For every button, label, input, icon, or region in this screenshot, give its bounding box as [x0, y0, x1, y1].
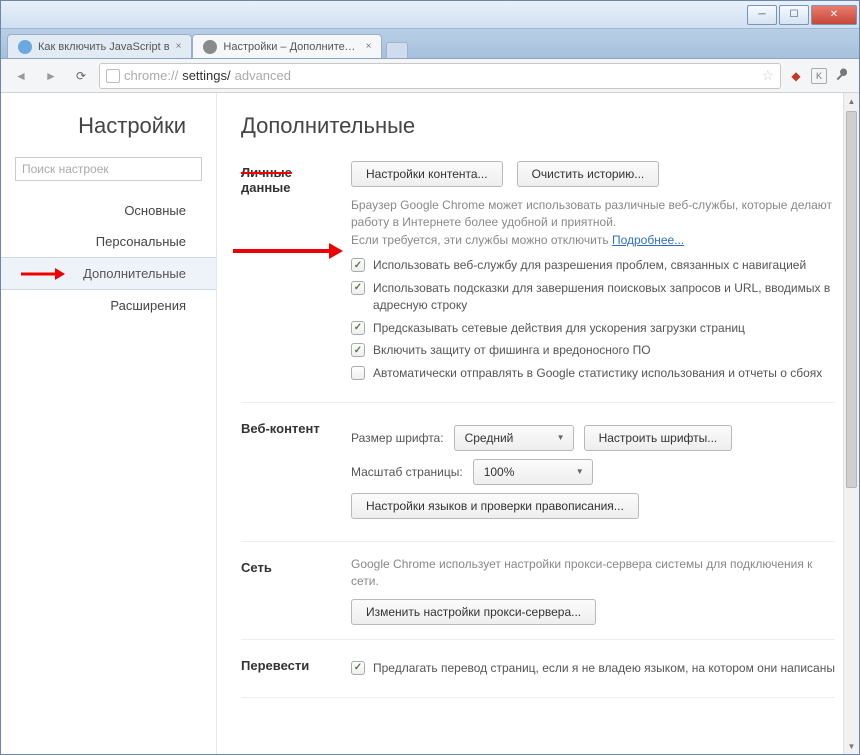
section-network: Сеть Google Chrome использует настройки … — [241, 542, 835, 640]
sidebar-item-personal[interactable]: Персональные — [1, 226, 216, 257]
page-zoom-row: Масштаб страницы: 100% — [351, 459, 835, 485]
url-path: advanced — [235, 68, 291, 83]
tab-close-icon[interactable]: × — [366, 41, 372, 52]
new-tab-button[interactable] — [386, 42, 408, 58]
section-privacy: Личные данные Настройки контента... Очис… — [241, 161, 835, 403]
page-zoom-select[interactable]: 100% — [473, 459, 593, 485]
checkbox-icon[interactable] — [351, 343, 365, 357]
section-web-content: Веб-контент Размер шрифта: Средний Настр… — [241, 403, 835, 542]
tab-javascript-howto[interactable]: Как включить JavaScript в × — [7, 34, 192, 58]
back-button[interactable]: ◄ — [9, 64, 33, 88]
checkbox-translate[interactable]: Предлагать перевод страниц, если я не вл… — [351, 660, 835, 677]
close-button[interactable]: ✕ — [811, 5, 857, 25]
scroll-down-icon[interactable]: ▼ — [844, 738, 859, 754]
network-description: Google Chrome использует настройки прокс… — [351, 556, 835, 591]
titlebar: ─ ☐ ✕ — [1, 1, 859, 29]
tab-label: Как включить JavaScript в — [38, 41, 170, 53]
label-struck: Личные — [241, 165, 292, 180]
checkbox-crash-reports[interactable]: Автоматически отправлять в Google статис… — [351, 365, 835, 382]
section-label: Личные данные — [241, 161, 351, 388]
gear-icon — [203, 40, 217, 54]
reload-button[interactable]: ⟳ — [69, 64, 93, 88]
sidebar-nav: Основные Персональные Дополнительные Рас… — [1, 195, 216, 321]
section-body: Предлагать перевод страниц, если я не вл… — [351, 654, 835, 683]
checkbox-label: Предсказывать сетевые действия для ускор… — [373, 320, 745, 337]
checkbox-icon[interactable] — [351, 321, 365, 335]
language-settings-button[interactable]: Настройки языков и проверки правописания… — [351, 493, 639, 519]
scroll-thumb[interactable] — [846, 111, 857, 488]
globe-icon — [106, 69, 120, 83]
sidebar-item-extensions[interactable]: Расширения — [1, 290, 216, 321]
wrench-icon[interactable] — [833, 67, 851, 85]
tab-strip: Как включить JavaScript в × Настройки – … — [1, 29, 859, 59]
checkbox-label: Использовать подсказки для завершения по… — [373, 280, 835, 314]
font-size-select[interactable]: Средний — [454, 425, 574, 451]
content-settings-button[interactable]: Настройки контента... — [351, 161, 503, 187]
sidebar-item-basic[interactable]: Основные — [1, 195, 216, 226]
scroll-up-icon[interactable]: ▲ — [844, 93, 859, 109]
section-label: Перевести — [241, 654, 351, 683]
font-size-label: Размер шрифта: — [351, 431, 444, 445]
sidebar: Настройки Основные Персональные Дополнит… — [1, 93, 216, 754]
checkbox-label: Предлагать перевод страниц, если я не вл… — [373, 660, 835, 677]
learn-more-link[interactable]: Подробнее... — [612, 233, 684, 247]
section-body: Google Chrome использует настройки прокс… — [351, 556, 835, 625]
checkbox-phishing[interactable]: Включить защиту от фишинга и вредоносног… — [351, 342, 835, 359]
main-panel: Дополнительные Личные данные Настройки к… — [217, 93, 859, 754]
k-extension-icon[interactable]: K — [811, 68, 827, 84]
button-row: Настройки контента... Очистить историю..… — [351, 161, 835, 187]
search-input[interactable] — [15, 157, 202, 181]
font-size-row: Размер шрифта: Средний Настроить шрифты.… — [351, 425, 835, 451]
tab-label: Настройки – Дополнительн — [223, 41, 359, 53]
window-frame: ─ ☐ ✕ Как включить JavaScript в × Настро… — [0, 0, 860, 755]
url-path: settings/ — [182, 68, 230, 83]
label-plain: данные — [241, 180, 291, 195]
section-body: Настройки контента... Очистить историю..… — [351, 161, 835, 388]
customize-fonts-button[interactable]: Настроить шрифты... — [584, 425, 733, 451]
sidebar-item-advanced[interactable]: Дополнительные — [1, 257, 216, 290]
url-scheme: chrome:// — [124, 68, 178, 83]
toolbar: ◄ ► ⟳ chrome:// settings/ advanced ☆ ◆ K — [1, 59, 859, 93]
privacy-description: Браузер Google Chrome может использовать… — [351, 197, 835, 249]
tab-close-icon[interactable]: × — [176, 41, 182, 52]
kaspersky-icon[interactable]: ◆ — [787, 67, 805, 85]
red-arrow-icon — [21, 267, 65, 281]
proxy-settings-button[interactable]: Изменить настройки прокси-сервера... — [351, 599, 596, 625]
forward-button[interactable]: ► — [39, 64, 63, 88]
tab-settings-advanced[interactable]: Настройки – Дополнительн × — [192, 34, 382, 58]
checkbox-navigation-service[interactable]: Использовать веб-службу для разрешения п… — [351, 257, 835, 274]
page-zoom-label: Масштаб страницы: — [351, 465, 463, 479]
page-title: Дополнительные — [241, 113, 835, 139]
lang-row: Настройки языков и проверки правописания… — [351, 493, 835, 519]
checkbox-predict[interactable]: Предсказывать сетевые действия для ускор… — [351, 320, 835, 337]
section-label: Сеть — [241, 556, 351, 625]
checkbox-label: Включить защиту от фишинга и вредоносног… — [373, 342, 651, 359]
scroll-track[interactable] — [844, 109, 859, 738]
address-bar[interactable]: chrome:// settings/ advanced ☆ — [99, 63, 781, 89]
checkbox-icon[interactable] — [351, 366, 365, 380]
sidebar-title: Настройки — [1, 113, 216, 139]
checkbox-icon[interactable] — [351, 661, 365, 675]
sidebar-item-label: Дополнительные — [83, 266, 186, 281]
checkbox-icon[interactable] — [351, 281, 365, 295]
checkbox-suggestions[interactable]: Использовать подсказки для завершения по… — [351, 280, 835, 314]
bookmark-star-icon[interactable]: ☆ — [761, 67, 774, 84]
section-body: Размер шрифта: Средний Настроить шрифты.… — [351, 417, 835, 527]
content-area: Настройки Основные Персональные Дополнит… — [1, 93, 859, 754]
checkbox-label: Использовать веб-службу для разрешения п… — [373, 257, 806, 274]
scrollbar[interactable]: ▲ ▼ — [843, 93, 859, 754]
red-arrow-icon — [233, 242, 343, 260]
favicon-icon — [18, 40, 32, 54]
clear-history-button[interactable]: Очистить историю... — [517, 161, 660, 187]
checkbox-icon[interactable] — [351, 258, 365, 272]
minimize-button[interactable]: ─ — [747, 5, 777, 25]
section-label: Веб-контент — [241, 417, 351, 527]
maximize-button[interactable]: ☐ — [779, 5, 809, 25]
checkbox-label: Автоматически отправлять в Google статис… — [373, 365, 822, 382]
section-translate: Перевести Предлагать перевод страниц, ес… — [241, 640, 835, 698]
